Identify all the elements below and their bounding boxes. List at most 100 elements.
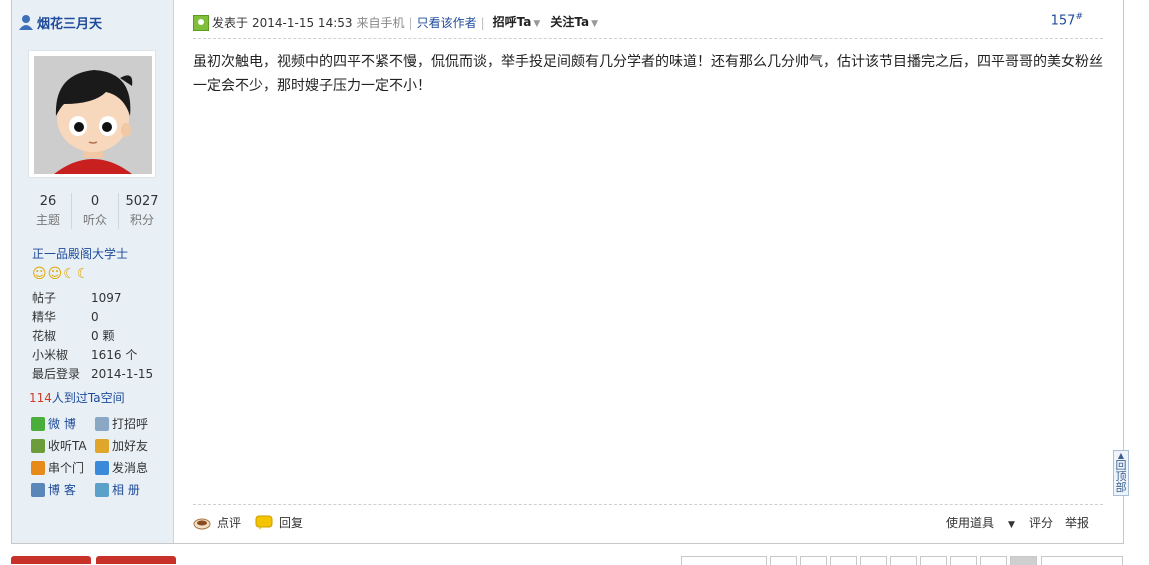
back-to-top-label: 回顶部 xyxy=(1115,459,1127,494)
header-divider xyxy=(193,38,1103,39)
post-content: 虽初次触电，视频中的四平不紧不慢，侃侃而谈，举手投足间颇有几分学者的味道！还有那… xyxy=(193,54,1103,94)
info-key: 精华 xyxy=(32,310,57,324)
action-label: 加好友 xyxy=(112,439,149,453)
stat-number: 0 xyxy=(90,194,100,209)
stat-label: 积分 xyxy=(129,213,154,227)
medal-row: ☺ ☺ ☾ ☾ xyxy=(32,266,89,282)
stat-number: 26 xyxy=(39,194,57,209)
user-rank[interactable]: 正一品殿阁大学士 xyxy=(32,245,128,262)
follow-menu[interactable]: 关注Ta ▼ xyxy=(550,11,598,35)
info-value: 1616 个 xyxy=(91,348,138,362)
album-button[interactable]: 相 册 xyxy=(95,479,159,501)
stat-topics[interactable]: 26 主题 xyxy=(25,193,71,229)
weibo-button[interactable]: 微 博 xyxy=(31,413,95,435)
info-row: 小米椒 1616 个 xyxy=(32,346,153,365)
floor-value: 157 xyxy=(1050,13,1076,29)
follow-label: 关注Ta xyxy=(550,15,590,29)
online-status-icon xyxy=(193,15,209,31)
author-info-table: 帖子 1097 精华 0 花椒 0 颗 小米椒 1616 个 最后登录 2014… xyxy=(32,289,153,384)
add-friend-icon xyxy=(95,439,109,453)
album-icon xyxy=(95,483,109,497)
post-header: 发表于 2014-1-15 14:53 来自手机 | 只看该作者 | 招呼Ta ▼… xyxy=(193,12,1103,34)
new-post-button[interactable] xyxy=(11,556,91,564)
author-stats: 26 主题 0 听众 5027 积分 xyxy=(25,193,165,229)
info-value[interactable]: 1097 xyxy=(91,289,122,308)
action-label: 收听TA xyxy=(48,439,87,453)
rate-link[interactable]: 评分 xyxy=(1029,513,1053,535)
visit-home-button[interactable]: 串个门 xyxy=(31,457,95,479)
info-key: 帖子 xyxy=(32,291,57,305)
info-key: 花椒 xyxy=(32,329,57,343)
listen-icon xyxy=(31,439,45,453)
floor-number[interactable]: 157# xyxy=(1051,12,1083,28)
visits-count: 114 xyxy=(29,391,52,405)
author-name-row[interactable]: 烟花三月天 xyxy=(18,12,102,32)
floor-mark: # xyxy=(1075,12,1083,22)
coffee-icon xyxy=(193,518,211,530)
stat-label: 主题 xyxy=(35,213,60,227)
info-row: 花椒 0 颗 xyxy=(32,327,153,346)
chevron-down-icon: ▼ xyxy=(1008,520,1015,530)
comment-button[interactable]: 点评 xyxy=(193,513,241,533)
smile-medal-icon: ☺ xyxy=(32,266,47,282)
add-friend-button[interactable]: 加好友 xyxy=(95,435,159,457)
chevron-down-icon: ▼ xyxy=(591,19,598,29)
blog-button[interactable]: 博 客 xyxy=(31,479,95,501)
action-label: 打招呼 xyxy=(112,417,149,431)
actions-row: 微 博 打招呼 xyxy=(31,413,171,435)
info-key: 最后登录 xyxy=(32,367,81,381)
post-source: 来自手机 xyxy=(356,16,405,30)
reply-post-button[interactable] xyxy=(96,556,176,564)
smile-medal-icon: ☺ xyxy=(47,266,63,282)
greet-label: 招呼Ta xyxy=(492,15,532,29)
action-label: 博 客 xyxy=(48,483,76,497)
post-frame: 烟花三月天 26 主题 0 听众 5027 积分 正一品殿阁大学士 ☺ ☺ ☾ … xyxy=(11,0,1124,544)
reply-bubble-icon xyxy=(255,515,273,530)
info-row: 帖子 1097 xyxy=(32,289,153,308)
wave-icon xyxy=(95,417,109,431)
blog-icon xyxy=(31,483,45,497)
info-value: 2014-1-15 xyxy=(91,367,154,381)
report-link[interactable]: 举报 xyxy=(1065,513,1089,535)
user-icon xyxy=(19,15,33,30)
info-row: 精华 0 xyxy=(32,308,153,327)
avatar-image xyxy=(34,56,152,174)
stat-label: 听众 xyxy=(82,213,107,227)
post-time: 2014-1-15 14:53 xyxy=(252,16,353,30)
post-footer: 点评 回复 使用道具 ▼ 评分 举报 xyxy=(193,513,1103,533)
chevron-down-icon: ▼ xyxy=(533,19,541,29)
actions-row: 串个门 发消息 xyxy=(31,457,171,479)
send-message-button[interactable]: 发消息 xyxy=(95,457,159,479)
tools-label: 使用道具 xyxy=(946,516,995,530)
post-main: 发表于 2014-1-15 14:53 来自手机 | 只看该作者 | 招呼Ta ▼… xyxy=(193,0,1103,543)
author-sidebar: 烟花三月天 26 主题 0 听众 5027 积分 正一品殿阁大学士 ☺ ☺ ☾ … xyxy=(12,0,174,543)
stat-listeners[interactable]: 0 听众 xyxy=(71,193,118,229)
moon-medal-icon: ☾ xyxy=(63,266,76,282)
greet-button[interactable]: 打招呼 xyxy=(95,413,159,435)
reply-button[interactable]: 回复 xyxy=(255,513,303,533)
action-label: 串个门 xyxy=(48,461,85,475)
actions-row: 收听TA 加好友 xyxy=(31,435,171,457)
footer-divider xyxy=(193,504,1103,505)
author-name[interactable]: 烟花三月天 xyxy=(37,13,102,32)
action-label: 相 册 xyxy=(112,483,140,497)
info-value: 0 xyxy=(91,310,99,324)
stat-number: 5027 xyxy=(125,194,159,209)
avatar[interactable] xyxy=(28,50,156,178)
moon-medal-icon: ☾ xyxy=(76,266,90,282)
only-author-link[interactable]: 只看该作者 xyxy=(417,12,477,34)
divider: | xyxy=(408,16,413,30)
listen-button[interactable]: 收听TA xyxy=(31,435,95,457)
use-tools-menu[interactable]: 使用道具 ▼ xyxy=(932,513,1015,535)
greet-menu[interactable]: 招呼Ta ▼ xyxy=(493,11,541,35)
divider: | xyxy=(480,16,485,30)
reply-label: 回复 xyxy=(279,516,304,530)
author-actions: 微 博 打招呼 收听TA 加好友 串个门 发消息 博 客 相 册 xyxy=(31,413,171,501)
back-to-top-button[interactable]: ▲ 回顶部 xyxy=(1113,450,1129,496)
stat-points[interactable]: 5027 积分 xyxy=(118,193,165,229)
home-icon xyxy=(31,461,45,475)
space-visits-link[interactable]: 114人到过Ta空间 xyxy=(29,389,125,406)
message-icon xyxy=(95,461,109,475)
action-label: 发消息 xyxy=(112,461,149,475)
info-row: 最后登录 2014-1-15 xyxy=(32,365,153,384)
